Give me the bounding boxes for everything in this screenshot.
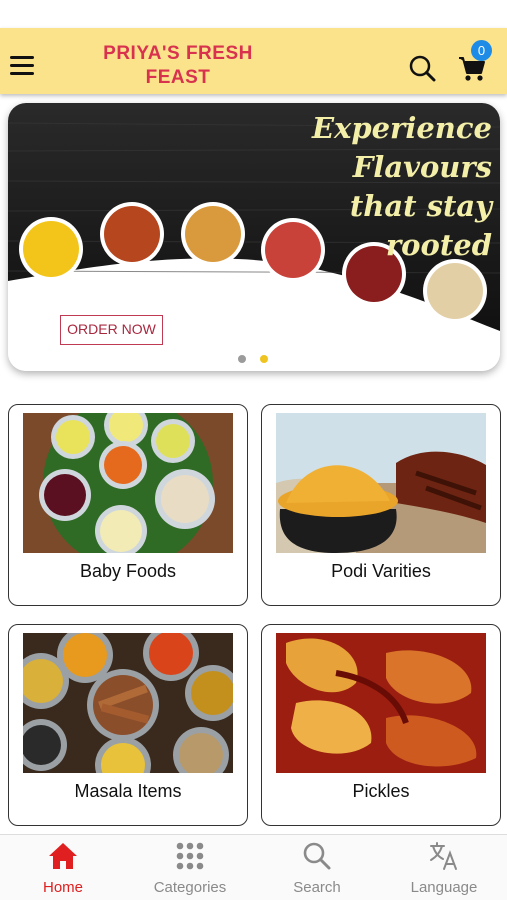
masala-items-image (23, 633, 233, 773)
category-card-baby-foods[interactable]: Baby Foods (8, 404, 248, 606)
search-icon[interactable] (408, 54, 436, 82)
app-header: PRIYA'S FRESH FEAST 0 (0, 28, 507, 94)
brand-title: PRIYA'S FRESH FEAST (103, 43, 253, 88)
pickles-image (276, 633, 486, 773)
baby-foods-image (23, 413, 233, 553)
tab-home[interactable]: Home (0, 835, 126, 901)
banner-tagline: Experience Flavours that stay rooted (311, 111, 492, 262)
category-label: Pickles (352, 781, 410, 801)
category-label: Baby Foods (79, 561, 177, 581)
category-card-masala-items[interactable]: Masala Items (8, 624, 248, 826)
category-card-pickles[interactable]: Pickles (261, 624, 501, 826)
category-label: Podi Varities (331, 561, 431, 581)
carousel-indicator (238, 350, 282, 363)
promo-banner[interactable]: Experience Flavours that stay rooted ORD… (8, 103, 500, 371)
carousel-dot[interactable] (238, 355, 246, 363)
tab-categories[interactable]: Categories (127, 835, 253, 901)
translate-icon (430, 842, 457, 870)
cart-count-badge: 0 (471, 40, 492, 61)
category-card-podi-varities[interactable]: Podi Varities (261, 404, 501, 606)
tab-label: Language (410, 879, 478, 896)
search-icon (303, 842, 331, 870)
status-bar (0, 0, 507, 28)
grid-icon (176, 842, 204, 870)
tab-search[interactable]: Search (254, 835, 380, 901)
home-icon (49, 843, 77, 869)
order-now-button[interactable]: ORDER NOW (60, 315, 163, 345)
tab-label: Home (42, 879, 83, 896)
bottom-tab-bar: Home Categories Search Language (0, 834, 507, 900)
carousel-dot-active[interactable] (260, 355, 268, 363)
hamburger-menu-icon[interactable] (10, 56, 34, 76)
tab-label: Search (293, 879, 341, 896)
tab-label: Categories (153, 879, 227, 896)
tab-language[interactable]: Language (381, 835, 507, 901)
category-label: Masala Items (74, 781, 182, 801)
podi-varities-image (276, 413, 486, 553)
